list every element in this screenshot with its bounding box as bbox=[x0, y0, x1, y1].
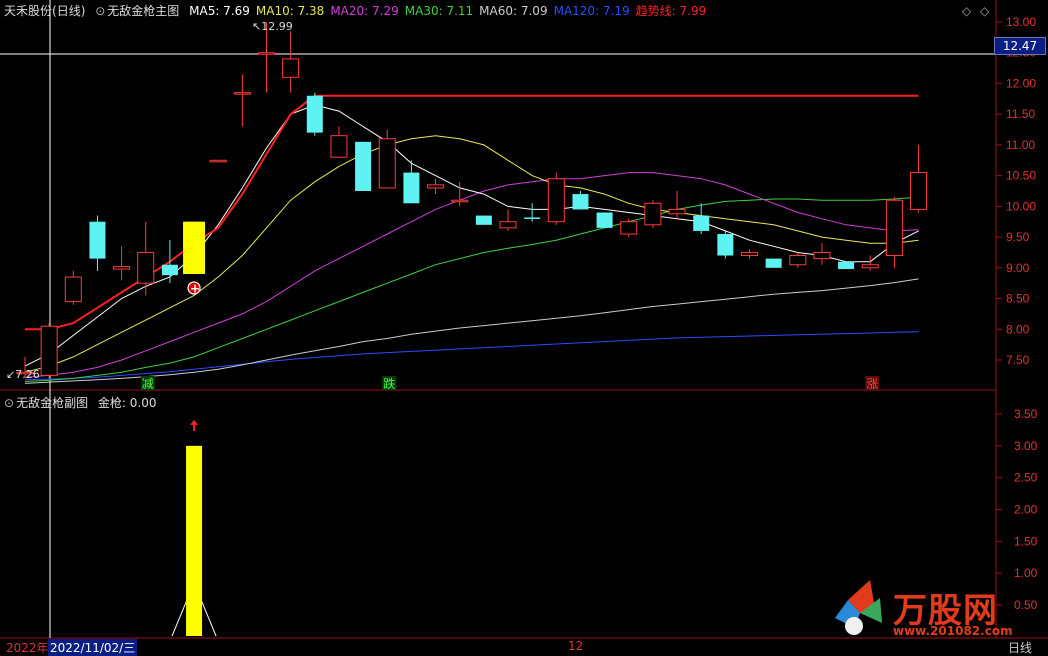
y-tick-label: 11.00 bbox=[1006, 138, 1035, 152]
candle-body-down bbox=[838, 261, 855, 270]
sub-y-tick-label: 2.50 bbox=[1014, 471, 1038, 485]
trend-line bbox=[25, 94, 919, 331]
candle-body-down bbox=[572, 194, 589, 210]
y-tick-label: 12.00 bbox=[1006, 76, 1036, 90]
candle-body-up bbox=[282, 58, 300, 78]
ma-labels: MA5: 7.69 MA10: 7.38 MA20: 7.29 MA30: 7.11 M… bbox=[189, 4, 712, 18]
candle-body-down bbox=[89, 221, 106, 259]
sub-indicator-name[interactable]: 无敌金枪副图 bbox=[16, 396, 88, 410]
current-price-tag: 12.47 bbox=[994, 37, 1046, 55]
candle-body-up bbox=[620, 221, 638, 235]
ma-label: MA20: 7.29 bbox=[330, 4, 399, 18]
sub-chart bbox=[171, 419, 217, 637]
cursor-date: 2022/11/02/三 bbox=[48, 639, 138, 656]
high-marker: ↖12.99 bbox=[252, 20, 293, 33]
ma-label: MA120: 7.19 bbox=[553, 4, 630, 18]
main-header: 天禾股份(日线) ⊙ 无敌金枪主图 MA5: 7.69 MA10: 7.38 MA20… bbox=[4, 2, 718, 20]
candle-body-up bbox=[233, 92, 251, 95]
y-axis-ticks: 13.0012.5012.0011.5011.0010.5010.009.509… bbox=[996, 15, 1036, 367]
signal-label: 跌 bbox=[383, 376, 395, 391]
ma60-line bbox=[24, 278, 919, 384]
low-marker: ↙7.26 bbox=[6, 368, 40, 381]
signal-label: 涨 bbox=[866, 376, 878, 391]
plus-glyph: + bbox=[190, 281, 200, 295]
close-icon[interactable]: ◇ bbox=[980, 4, 989, 18]
candle-body-down bbox=[161, 264, 178, 276]
sub-y-tick-label: 3.50 bbox=[1014, 407, 1038, 421]
y-tick-label: 8.50 bbox=[1006, 292, 1030, 306]
y-tick-label: 9.50 bbox=[1006, 230, 1030, 244]
candle-body-down bbox=[355, 141, 372, 191]
candle-body-up bbox=[137, 251, 155, 284]
candle-body-up bbox=[885, 199, 903, 257]
candle-body-up bbox=[258, 52, 275, 55]
stock-name[interactable]: 天禾股份 bbox=[4, 4, 52, 18]
period-tab[interactable]: 日线 bbox=[1008, 639, 1032, 656]
ma-lines bbox=[24, 94, 919, 384]
candle-body-up bbox=[861, 264, 879, 269]
y-tick-label: 9.00 bbox=[1006, 261, 1030, 275]
ma10-line bbox=[24, 135, 919, 373]
candle-body-up bbox=[209, 159, 227, 163]
y-tick-label: 10.00 bbox=[1006, 199, 1036, 213]
candle-body-up bbox=[644, 202, 662, 226]
y-tick-label: 7.50 bbox=[1006, 353, 1030, 367]
signals: + 减 跌 涨 bbox=[140, 221, 880, 391]
candle-body-up bbox=[40, 325, 58, 376]
y-tick-label: 10.50 bbox=[1006, 169, 1036, 183]
candles bbox=[16, 22, 928, 379]
candle-body-up bbox=[499, 221, 517, 229]
y-tick-label: 13.00 bbox=[1006, 15, 1036, 29]
indicator-name[interactable]: 无敌金枪主图 bbox=[107, 4, 179, 18]
sub-collapse-icon[interactable]: ⊙ bbox=[4, 396, 14, 410]
y-tick-label: 8.00 bbox=[1006, 322, 1030, 336]
up-arrow-icon bbox=[190, 419, 199, 431]
candle-body-up bbox=[789, 255, 807, 266]
candle-body-down bbox=[765, 258, 782, 268]
collapse-icon[interactable]: ⊙ bbox=[95, 4, 105, 18]
y-tick-label: 11.50 bbox=[1006, 107, 1035, 121]
candle-body-up bbox=[330, 135, 348, 158]
candle-body-down bbox=[693, 215, 710, 231]
candle-body-down bbox=[306, 95, 323, 133]
ma-label: MA5: 7.69 bbox=[189, 4, 250, 18]
ma30-line bbox=[24, 196, 919, 382]
settings-diamond-icon[interactable]: ◇ bbox=[962, 4, 971, 18]
candle-body-up bbox=[427, 184, 445, 189]
candle-body-up bbox=[451, 199, 469, 203]
watermark-url: www.201082.com bbox=[893, 624, 1013, 638]
candle-body-up bbox=[378, 138, 396, 189]
year-label: 2022年 bbox=[6, 641, 49, 655]
candle-body-up bbox=[741, 251, 758, 257]
sub-y-tick-label: 2.00 bbox=[1014, 503, 1038, 517]
ma20-line bbox=[24, 172, 919, 378]
sub-y-tick-label: 3.00 bbox=[1014, 439, 1038, 453]
kline-chart[interactable]: 13.0012.5012.0011.5011.0010.5010.009.509… bbox=[0, 0, 1048, 656]
candle-body-down bbox=[596, 212, 613, 228]
period-label: (日线) bbox=[52, 4, 86, 18]
month-label: 12 bbox=[568, 639, 584, 653]
ma120-line bbox=[24, 331, 919, 381]
candle-body-down bbox=[717, 234, 734, 256]
ma-label: MA10: 7.38 bbox=[255, 4, 325, 18]
ma-label: 趋势线: 7.99 bbox=[635, 4, 707, 18]
candle-body-up bbox=[64, 276, 82, 303]
signal-bar bbox=[183, 221, 206, 274]
candle-body-up bbox=[547, 178, 565, 223]
candle-body-up bbox=[668, 208, 686, 215]
candle-body-up bbox=[910, 172, 928, 210]
sub-bar bbox=[186, 445, 203, 636]
candle-body-down bbox=[403, 172, 420, 204]
sub-value-label: 金枪: 0.00 bbox=[97, 396, 157, 410]
sub-y-tick-label: 1.50 bbox=[1014, 534, 1038, 548]
signal-label: 减 bbox=[142, 377, 154, 391]
candle-body-down bbox=[475, 215, 492, 225]
candle-body-down bbox=[524, 217, 541, 219]
ma-label: MA60: 7.09 bbox=[479, 4, 548, 18]
candle-body-up bbox=[813, 251, 831, 260]
candle-body-up bbox=[113, 266, 131, 270]
ma-label: MA30: 7.11 bbox=[404, 4, 474, 18]
sub-header: ⊙ 无敌金枪副图 金枪: 0.00 bbox=[4, 394, 162, 411]
